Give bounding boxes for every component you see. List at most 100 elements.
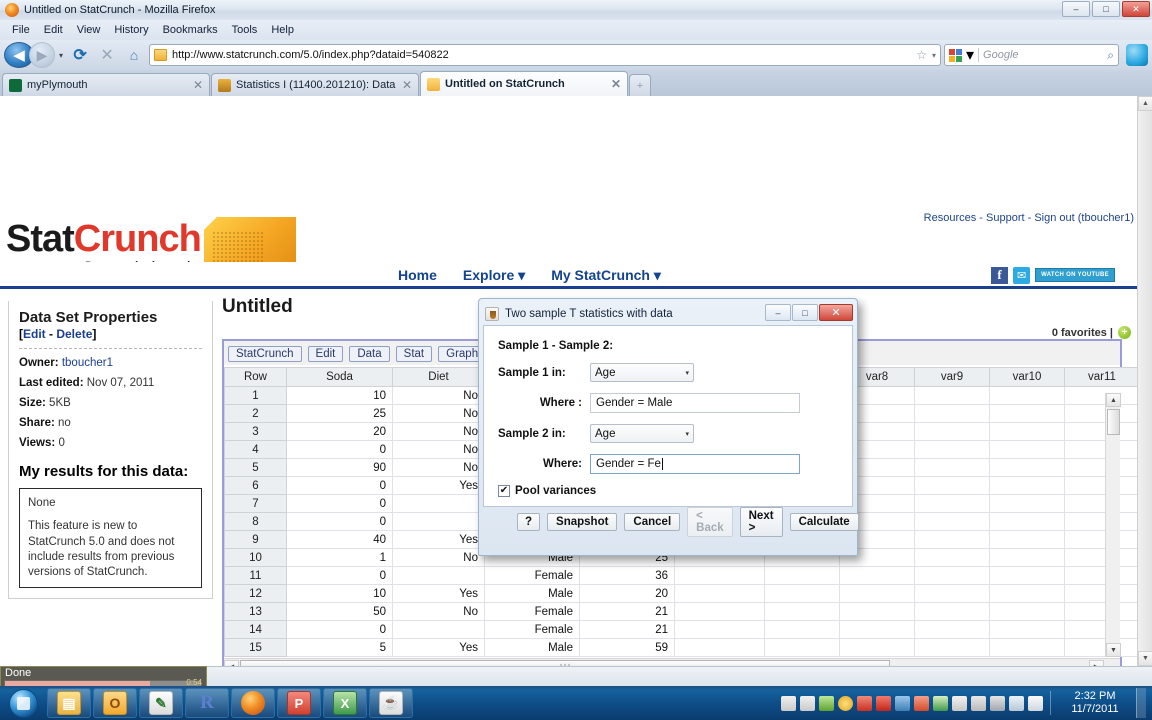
cell-soda[interactable]: 10 (286, 386, 393, 405)
taskbar-notepad-plus-button[interactable]: ✎ (139, 688, 183, 718)
cell-row[interactable]: 4 (224, 440, 287, 459)
cell-age[interactable]: 59 (579, 638, 675, 657)
applet-menu-statcrunch[interactable]: StatCrunch (228, 346, 302, 362)
cell-var8[interactable] (839, 638, 915, 657)
cell-diet[interactable] (392, 620, 485, 639)
chevron-down-icon[interactable]: ▾ (966, 45, 974, 65)
cell-var10[interactable] (989, 602, 1065, 621)
stop-icon[interactable]: ✕ (95, 43, 119, 67)
scroll-down-icon[interactable]: ▼ (1106, 643, 1121, 657)
cell-row[interactable]: 2 (224, 404, 287, 423)
pool-variances-row[interactable]: ✔ Pool variances (498, 485, 838, 497)
cell-var8[interactable] (839, 602, 915, 621)
cell-diet[interactable]: Yes (392, 530, 485, 549)
dialog-titlebar[interactable]: Two sample T statistics with data – □ ✕ (483, 303, 853, 325)
taskbar-windows-explorer-button[interactable]: ▤ (47, 688, 91, 718)
taskbar-outlook-button[interactable]: O (93, 688, 137, 718)
menu-bookmarks[interactable]: Bookmarks (157, 23, 224, 37)
where1-input[interactable]: Gender = Male (590, 393, 800, 413)
new-tab-button[interactable]: + (629, 74, 651, 96)
cell-var11[interactable] (1064, 620, 1140, 639)
cell-var11[interactable] (1064, 530, 1140, 549)
cell-var6[interactable] (674, 566, 765, 585)
cell-gender[interactable]: Male (484, 584, 580, 603)
account-links[interactable]: Resources - Support - Sign out (tboucher… (924, 212, 1134, 224)
applet-menu-edit[interactable]: Edit (307, 346, 344, 362)
cell-var10[interactable] (989, 404, 1065, 423)
twitter-icon[interactable]: ✉ (1013, 266, 1031, 284)
cell-var9[interactable] (914, 494, 990, 513)
cell-var11[interactable] (1064, 440, 1140, 459)
cell-row[interactable]: 11 (224, 566, 287, 585)
dialog-maximize-button[interactable]: □ (792, 304, 818, 321)
vertical-scroll-thumb[interactable] (1107, 409, 1120, 435)
delete-link[interactable]: Delete (56, 327, 92, 341)
applet-menu-stat[interactable]: Stat (395, 346, 433, 362)
facebook-icon[interactable]: f (991, 266, 1009, 284)
table-row[interactable]: 11 0 Female 36 (224, 566, 1140, 585)
close-icon[interactable]: ✕ (611, 77, 621, 91)
cell-var10[interactable] (989, 386, 1065, 405)
grid-horizontal-scrollbar[interactable]: ◀ ∣∣∣ ▶ (224, 658, 1120, 666)
cell-var11[interactable] (1064, 548, 1140, 567)
cell-age[interactable]: 21 (579, 602, 675, 621)
column-header-var10[interactable]: var10 (989, 367, 1065, 387)
cell-soda[interactable]: 1 (286, 548, 393, 567)
scroll-up-icon[interactable]: ▲ (1106, 393, 1121, 407)
cell-var10[interactable] (989, 548, 1065, 567)
home-icon[interactable]: ⌂ (122, 43, 146, 67)
cell-var11[interactable] (1064, 494, 1140, 513)
edit-link[interactable]: Edit (23, 327, 46, 341)
nav-my-statcrunch[interactable]: My StatCrunch ▾ (551, 267, 661, 284)
table-row[interactable]: 13 50 No Female 21 (224, 602, 1140, 621)
java-update-tray-icon[interactable] (800, 695, 815, 711)
usb-tray-icon[interactable] (971, 695, 986, 711)
cell-var9[interactable] (914, 512, 990, 531)
cell-row[interactable]: 7 (224, 494, 287, 513)
cell-var6[interactable] (674, 620, 765, 639)
menu-file[interactable]: File (6, 23, 36, 37)
cell-var6[interactable] (674, 602, 765, 621)
cell-var6[interactable] (674, 584, 765, 603)
cell-var10[interactable] (989, 422, 1065, 441)
search-input[interactable]: Google (983, 49, 1103, 61)
cell-var9[interactable] (914, 440, 990, 459)
notification-tray-icon[interactable] (838, 695, 853, 711)
cell-var11[interactable] (1064, 476, 1140, 495)
nav-home[interactable]: Home (398, 267, 437, 284)
taskbar-excel-button[interactable]: X (323, 688, 367, 718)
cell-age[interactable]: 21 (579, 620, 675, 639)
cell-row[interactable]: 14 (224, 620, 287, 639)
menu-tools[interactable]: Tools (226, 23, 264, 37)
cell-var11[interactable] (1064, 458, 1140, 477)
dialog-minimize-button[interactable]: – (765, 304, 791, 321)
sample2-select[interactable]: Age ▾ (590, 424, 694, 443)
cell-row[interactable]: 13 (224, 602, 287, 621)
table-row[interactable]: 14 0 Female 21 (224, 620, 1140, 639)
cell-soda[interactable]: 20 (286, 422, 393, 441)
address-bar[interactable]: http://www.statcrunch.com/5.0/index.php?… (149, 44, 941, 66)
taskbar-r-console-button[interactable]: R (185, 688, 229, 718)
chevron-down-icon[interactable]: ▾ (932, 51, 936, 60)
cell-var10[interactable] (989, 476, 1065, 495)
taskbar-powerpoint-button[interactable]: P (277, 688, 321, 718)
network-tray-icon[interactable] (990, 695, 1005, 711)
cell-var7[interactable] (764, 620, 840, 639)
cell-var11[interactable] (1064, 422, 1140, 441)
cell-var9[interactable] (914, 458, 990, 477)
cell-row[interactable]: 9 (224, 530, 287, 549)
close-button[interactable]: ✕ (1122, 1, 1150, 17)
cell-var9[interactable] (914, 422, 990, 441)
cell-var9[interactable] (914, 638, 990, 657)
cell-soda[interactable]: 0 (286, 494, 393, 513)
shield-tray-icon[interactable] (933, 695, 948, 711)
next-button[interactable]: Next > (739, 507, 783, 537)
cell-var10[interactable] (989, 566, 1065, 585)
cell-var9[interactable] (914, 620, 990, 639)
two-sample-t-dialog[interactable]: Two sample T statistics with data – □ ✕ … (478, 298, 859, 556)
antivirus-tray-icon[interactable] (876, 695, 891, 711)
cell-soda[interactable]: 0 (286, 512, 393, 531)
cell-soda[interactable]: 90 (286, 458, 393, 477)
menu-history[interactable]: History (108, 23, 154, 37)
cell-gender[interactable]: Female (484, 602, 580, 621)
